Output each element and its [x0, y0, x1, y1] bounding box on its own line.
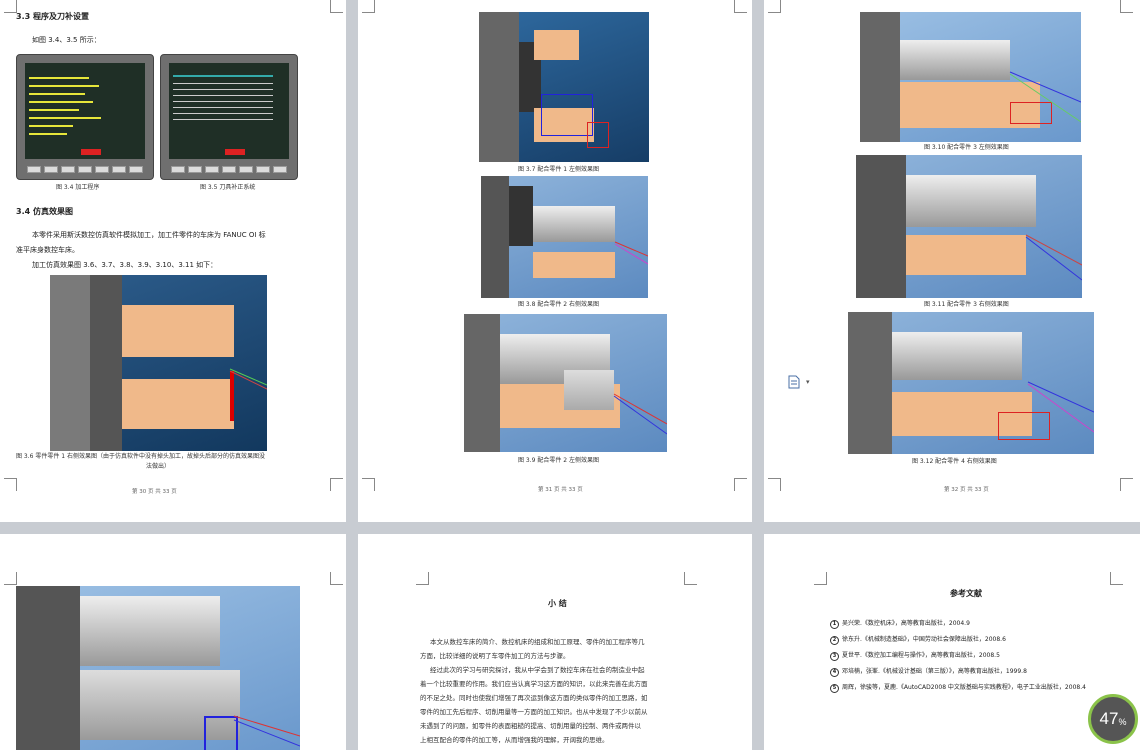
crop-mark	[362, 0, 375, 13]
crop-mark	[1120, 478, 1133, 491]
reference-text: 邓培楠，张峯.《机械设计基础（第三版）》，高等教育出版社，1999.8	[842, 668, 1027, 675]
simulation-image-3-7	[479, 12, 649, 162]
reference-number: 1	[830, 620, 839, 629]
simulation-image-3-12	[848, 312, 1094, 454]
cnc-tool-offset-screenshot	[160, 54, 298, 180]
caption-3-12: 图 3.12 配合零件 4 右侧效果图	[912, 458, 997, 465]
reference-text: 周辉，徐骏等，夏鹿.《AutoCAD2008 中文版基础与实践教程》，电子工业出…	[842, 684, 1086, 691]
caption-3-10: 图 3.10 配合零件 3 左侧效果图	[924, 144, 1009, 151]
page-33-a	[0, 534, 346, 750]
zoom-indicator[interactable]: 47 %	[1088, 694, 1138, 744]
reference-number: 2	[830, 636, 839, 645]
reference-item: 2 徐东升.《机械制造基础》，中国劳动社会保障出版社，2008.6	[830, 634, 1006, 645]
body-line-1: 本零件采用斯沃数控仿真软件模拟加工，加工件零件的车床为 FANUC OI 标	[32, 231, 266, 239]
crop-mark	[4, 572, 17, 585]
page-footer: 第 31 页 共 33 页	[538, 487, 583, 493]
simulation-image-3-6	[50, 275, 267, 451]
reference-item: 4 邓培楠，张峯.《机械设计基础（第三版）》，高等教育出版社，1999.8	[830, 666, 1027, 677]
caption-3-8: 图 3.8 配合零件 2 右侧效果图	[518, 301, 599, 308]
reference-item: 3 夏世平.《数控加工编程与操作》，高等教育出版社，2008.5	[830, 650, 1000, 661]
crop-mark	[330, 0, 343, 13]
crop-mark	[4, 478, 17, 491]
crop-mark	[734, 0, 747, 13]
crop-mark	[1110, 572, 1123, 585]
page-33-summary: 小 结 本文从数控车床的简介、数控机床的组成和加工原理、零件的加工程序等几方面，…	[358, 534, 752, 750]
reference-number: 4	[830, 668, 839, 677]
summary-line: 上相互配合的零件的加工等，从而增强我的理解，开阔我的思维。	[420, 736, 609, 744]
reference-text: 徐东升.《机械制造基础》，中国劳动社会保障出版社，2008.6	[842, 636, 1006, 643]
simulation-image-3-10	[860, 12, 1081, 142]
caption-3-11: 图 3.11 配合零件 3 右侧效果图	[924, 301, 1009, 308]
body-line-2: 准平床身数控车床。	[16, 246, 79, 254]
crop-mark	[1120, 0, 1133, 13]
caption-3-7: 图 3.7 配合零件 1 左侧效果图	[518, 166, 599, 173]
reference-text: 吴兴荣.《数控机床》，高等教育出版社，2004.9	[842, 620, 970, 627]
crop-mark	[362, 478, 375, 491]
page-footer: 第 32 页 共 33 页	[944, 487, 989, 493]
crop-mark	[416, 572, 429, 585]
summary-title: 小 结	[548, 599, 567, 608]
crop-mark	[330, 572, 343, 585]
intro-3-3: 如图 3.4、3.5 所示：	[32, 36, 101, 44]
simulation-image-3-8	[481, 176, 648, 298]
reference-number: 5	[830, 684, 839, 693]
body-line-3: 加工仿真效果图 3.6、3.7、3.8、3.9、3.10、3.11 如下：	[32, 261, 218, 269]
heading-3-4: 3.4 仿真效果图	[16, 207, 73, 216]
caption-3-4: 图 3.4 加工程序	[56, 184, 100, 191]
document-icon[interactable]	[788, 374, 800, 389]
summary-line: 的不足之处。同时也使我们增强了再次运到像这方面的类似零件的加工思路，如	[420, 694, 648, 702]
simulation-image-3-13	[16, 586, 300, 750]
caption-3-5: 图 3.5 刀具补正系统	[200, 184, 256, 191]
page-30: 3.3 程序及刀补设置 如图 3.4、3.5 所示： 图 3.4 加工程序 图 …	[0, 0, 346, 522]
summary-line: 本文从数控车床的简介、数控机床的组成和加工原理、零件的加工程序等几	[430, 638, 645, 646]
chevron-down-icon[interactable]: ▾	[806, 378, 810, 386]
summary-line: 方面，比较详细的说明了车零件加工的方法与步骤。	[420, 652, 570, 660]
crop-mark	[330, 478, 343, 491]
summary-line: 经过此次的学习与研究探讨，我从中学会到了数控车床在社会的制造业中起	[430, 666, 645, 674]
reference-item: 1 吴兴荣.《数控机床》，高等教育出版社，2004.9	[830, 618, 970, 629]
crop-mark	[4, 0, 17, 13]
zoom-value: 47	[1099, 709, 1119, 728]
page-33-references: 参考文献 1 吴兴荣.《数控机床》，高等教育出版社，2004.9 2 徐东升.《机械制…	[764, 534, 1140, 750]
crop-mark	[734, 478, 747, 491]
page-footer: 第 30 页 共 33 页	[132, 489, 177, 495]
caption-3-6-cont: 法做出）	[146, 463, 171, 470]
zoom-unit: %	[1118, 717, 1127, 727]
summary-line: 着一个比较重要的作用。我们应当认真学习这方面的知识，以此来完善在此方面	[420, 680, 648, 688]
crop-mark	[814, 572, 827, 585]
reference-item: 5 周辉，徐骏等，夏鹿.《AutoCAD2008 中文版基础与实践教程》，电子工业…	[830, 682, 1086, 693]
page-32: 图 3.10 配合零件 3 左侧效果图 图 3.11 配合零件 3 右侧效果图 …	[764, 0, 1140, 522]
caption-3-9: 图 3.9 配合零件 2 左侧效果图	[518, 457, 599, 464]
crop-mark	[768, 478, 781, 491]
summary-line: 零件的加工先后程序、切削用量等一方面的加工知识。也从中发现了不少以前从	[420, 708, 648, 716]
references-title: 参考文献	[950, 589, 982, 598]
simulation-image-3-11	[856, 155, 1082, 298]
crop-mark	[768, 0, 781, 13]
page-31: 图 3.7 配合零件 1 左侧效果图 图 3.8 配合零件 2 右侧效果图 图 …	[358, 0, 752, 522]
summary-line: 未遇到了的问题，如零件的表面粗糙的提高、切削用量的控制、两件或两件以	[420, 722, 641, 730]
cnc-program-screenshot	[16, 54, 154, 180]
simulation-image-3-9	[464, 314, 667, 452]
heading-3-3: 3.3 程序及刀补设置	[16, 12, 89, 21]
caption-3-6: 图 3.6 零件零件 1 右侧效果图（由于仿真软件中没有掉头加工，故掉头后部分的…	[16, 453, 265, 460]
crop-mark	[684, 572, 697, 585]
reference-text: 夏世平.《数控加工编程与操作》，高等教育出版社，2008.5	[842, 652, 1000, 659]
reference-number: 3	[830, 652, 839, 661]
